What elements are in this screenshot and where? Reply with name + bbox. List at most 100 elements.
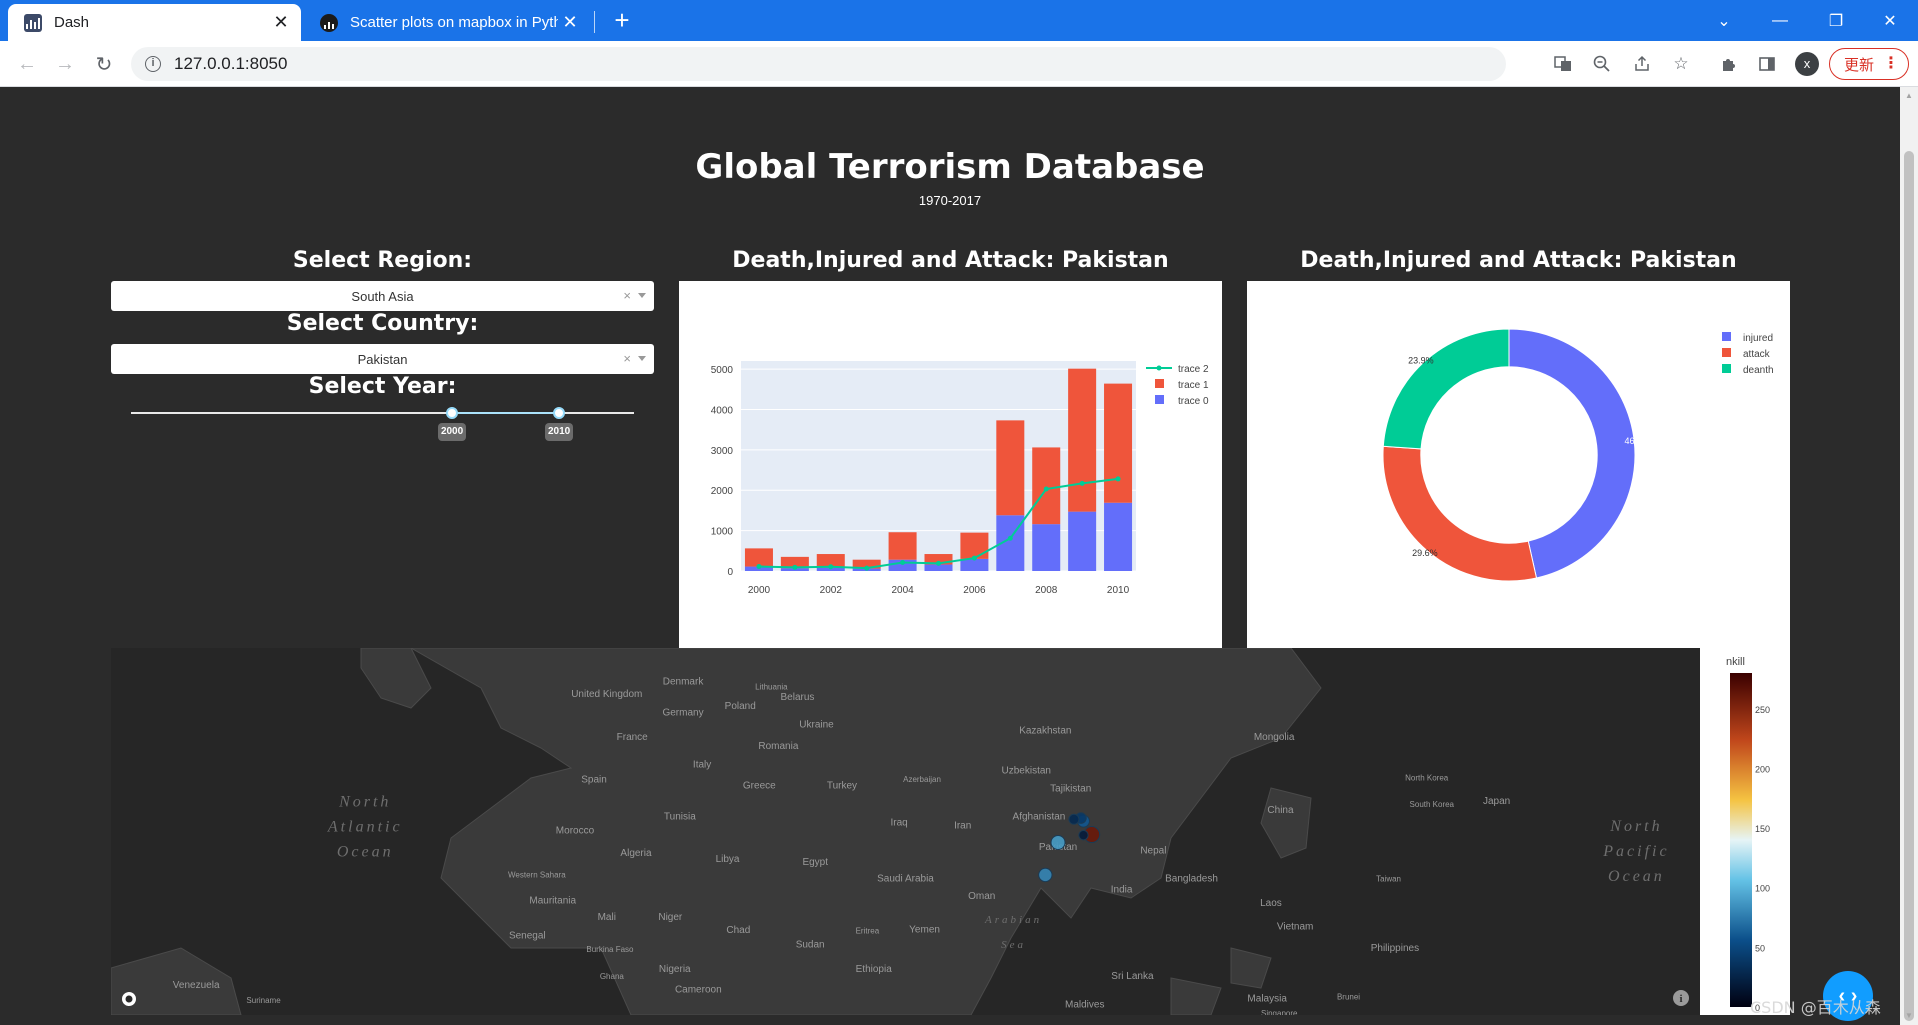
pie-slice-attack[interactable] bbox=[1382, 445, 1538, 582]
line-point[interactable] bbox=[971, 555, 977, 561]
update-button[interactable]: 更新 ⋮ bbox=[1829, 48, 1909, 80]
info-icon[interactable]: i bbox=[1672, 989, 1690, 1007]
line-point[interactable] bbox=[864, 565, 870, 571]
bar-chart[interactable]: 0 1000 2000 3000 4000 5000 2000 2002 2004 2006 200… bbox=[679, 281, 1222, 648]
line-point[interactable] bbox=[900, 560, 906, 566]
bar-trace-1[interactable] bbox=[1068, 368, 1097, 512]
extensions-puzzle-icon[interactable] bbox=[1714, 49, 1744, 79]
share-icon[interactable] bbox=[1627, 49, 1657, 79]
map-country-label: Senegal bbox=[509, 931, 546, 942]
legend-swatch[interactable] bbox=[1155, 395, 1164, 404]
pie-slice-injured[interactable] bbox=[1508, 328, 1636, 579]
close-tab-icon[interactable]: ✕ bbox=[269, 11, 293, 35]
x-tick-label: 2000 bbox=[748, 585, 771, 596]
bar-trace-1[interactable] bbox=[960, 532, 989, 559]
map-country-label: France bbox=[617, 732, 649, 743]
bar-trace-1[interactable] bbox=[1104, 383, 1133, 503]
bar-trace-0[interactable] bbox=[1068, 511, 1097, 571]
tab-dash[interactable]: Dash ✕ bbox=[8, 4, 301, 41]
translate-icon[interactable] bbox=[1548, 49, 1578, 79]
map-point[interactable] bbox=[1050, 835, 1066, 851]
bar-trace-1[interactable] bbox=[996, 420, 1025, 516]
clear-icon[interactable]: × bbox=[623, 351, 631, 366]
year-range-slider[interactable]: 2000 2010 bbox=[131, 404, 634, 444]
x-tick-label: 2006 bbox=[963, 585, 986, 596]
url-text[interactable]: 127.0.0.1:8050 bbox=[174, 54, 287, 74]
legend-swatch[interactable] bbox=[1155, 379, 1164, 388]
clear-icon[interactable]: × bbox=[623, 288, 631, 303]
forward-icon[interactable]: → bbox=[50, 49, 80, 79]
close-tab-icon[interactable]: ✕ bbox=[558, 11, 582, 35]
line-point[interactable] bbox=[1079, 480, 1085, 486]
legend-swatch[interactable] bbox=[1722, 348, 1731, 357]
colorbar: nkill250200150100500 bbox=[1726, 656, 1770, 1013]
line-point[interactable] bbox=[936, 560, 941, 566]
map-canvas[interactable]: United Kingdom Denmark Belarus Poland German… bbox=[111, 648, 1700, 1015]
address-bar[interactable]: i 127.0.0.1:8050 bbox=[131, 47, 1506, 81]
back-icon[interactable]: ← bbox=[12, 49, 42, 79]
country-dropdown[interactable]: Pakistan × bbox=[111, 344, 654, 374]
legend-label[interactable]: deanth bbox=[1743, 365, 1774, 376]
legend-label[interactable]: trace 1 bbox=[1178, 380, 1209, 391]
map-point[interactable] bbox=[1078, 830, 1089, 841]
scrollbar-thumb[interactable] bbox=[1904, 151, 1914, 1021]
legend-swatch[interactable] bbox=[1722, 332, 1731, 341]
dropdown-arrow-icon[interactable] bbox=[638, 293, 646, 298]
y-tick-label: 2000 bbox=[711, 486, 734, 497]
zoom-out-icon[interactable] bbox=[1587, 49, 1617, 79]
new-tab-icon[interactable]: + bbox=[608, 7, 636, 35]
slider-handle-end[interactable] bbox=[553, 407, 566, 419]
map-country-label: Tunisia bbox=[664, 811, 696, 822]
bar-trace-1[interactable] bbox=[888, 532, 917, 560]
legend-label[interactable]: trace 2 bbox=[1178, 364, 1209, 375]
tab-scatter-mapbox[interactable]: Scatter plots on mapbox in Pytho ✕ bbox=[304, 4, 590, 41]
side-panel-icon[interactable] bbox=[1752, 49, 1782, 79]
bar-trace-0[interactable] bbox=[960, 558, 989, 571]
pie-slice-deanth[interactable] bbox=[1382, 328, 1510, 450]
map-country-label: Lithuania bbox=[755, 683, 788, 692]
bar-trace-1[interactable] bbox=[744, 548, 773, 567]
close-window-icon[interactable]: ✕ bbox=[1862, 0, 1918, 41]
minimize-icon[interactable]: — bbox=[1752, 0, 1808, 41]
line-point[interactable] bbox=[828, 564, 834, 570]
bookmark-star-icon[interactable]: ☆ bbox=[1666, 49, 1696, 79]
legend-swatch[interactable] bbox=[1156, 365, 1162, 371]
slider-track[interactable] bbox=[452, 412, 560, 414]
legend-label[interactable]: injured bbox=[1743, 333, 1773, 344]
slider-handle-start[interactable] bbox=[446, 407, 459, 419]
restore-icon[interactable]: ❐ bbox=[1808, 0, 1864, 41]
legend-label[interactable]: trace 0 bbox=[1178, 396, 1209, 407]
map-point[interactable] bbox=[1038, 867, 1053, 883]
dash-favicon-icon bbox=[24, 13, 42, 32]
bar-trace-0[interactable] bbox=[1104, 502, 1133, 571]
dropdown-arrow-icon[interactable] bbox=[638, 356, 646, 361]
map-point[interactable] bbox=[1068, 813, 1080, 825]
scroll-down-icon[interactable]: ▼ bbox=[1904, 1011, 1914, 1021]
map-country-label: Egypt bbox=[802, 857, 828, 868]
profile-avatar[interactable]: x bbox=[1795, 52, 1819, 76]
bar-chart-panel[interactable]: 0 1000 2000 3000 4000 5000 2000 2002 2004 2006 200… bbox=[679, 281, 1222, 648]
bar-trace-1[interactable] bbox=[1032, 447, 1061, 525]
scroll-up-icon[interactable]: ▲ bbox=[1904, 91, 1914, 101]
region-dropdown[interactable]: South Asia × bbox=[111, 281, 654, 311]
line-point[interactable] bbox=[1007, 535, 1013, 541]
legend-swatch[interactable] bbox=[1722, 364, 1731, 373]
legend-label[interactable]: attack bbox=[1743, 349, 1771, 360]
map-country-label: Taiwan bbox=[1376, 875, 1401, 884]
scatter-mapbox[interactable]: United Kingdom Denmark Belarus Poland German… bbox=[111, 648, 1700, 1015]
pie-chart[interactable]: 46.5% 29.6% 23.9% injured attack deanth bbox=[1247, 281, 1790, 648]
line-point[interactable] bbox=[792, 564, 798, 570]
menu-kebab-icon[interactable]: ⋮ bbox=[1883, 54, 1899, 74]
page-scrollbar[interactable]: ▲ ▼ bbox=[1900, 87, 1918, 1025]
mapbox-logo-icon[interactable] bbox=[121, 991, 137, 1007]
pie-chart-panel[interactable]: 46.5% 29.6% 23.9% injured attack deanth bbox=[1247, 281, 1790, 648]
line-point[interactable] bbox=[1043, 486, 1049, 492]
bar-trace-0[interactable] bbox=[1032, 524, 1061, 571]
line-point[interactable] bbox=[756, 564, 762, 570]
tab-search-icon[interactable]: ⌄ bbox=[1696, 0, 1752, 41]
slider-tooltip-end: 2010 bbox=[545, 423, 574, 441]
site-info-icon[interactable]: i bbox=[145, 56, 161, 72]
line-point[interactable] bbox=[1115, 476, 1121, 482]
map-country-label: Niger bbox=[658, 912, 683, 923]
reload-icon[interactable]: ↻ bbox=[89, 49, 119, 79]
